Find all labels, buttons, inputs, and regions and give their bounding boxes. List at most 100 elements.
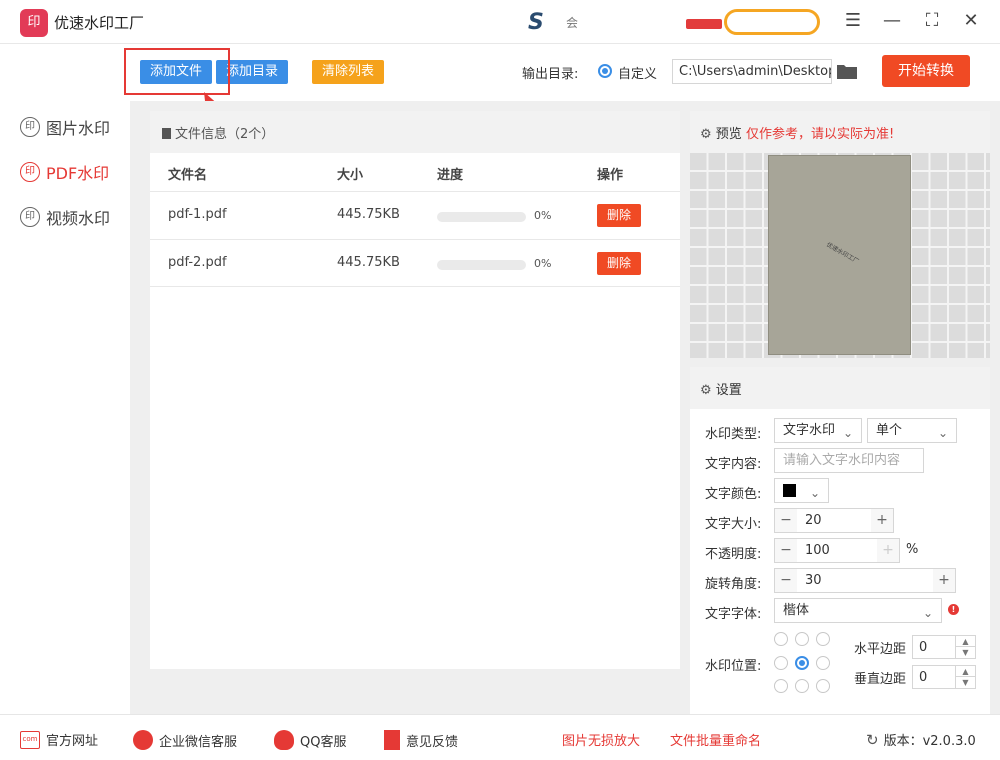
app-title: 优速水印工厂 xyxy=(54,14,145,32)
position-middle-right[interactable] xyxy=(816,656,830,670)
start-convert-button[interactable]: 开始转换 xyxy=(882,55,970,87)
preview-title: 预览 xyxy=(715,127,742,142)
sidebar-item-video-watermark[interactable]: 印 视频水印 xyxy=(20,205,110,229)
progress-text: 0% xyxy=(534,209,552,222)
decrement-button[interactable]: − xyxy=(775,539,797,562)
account-pill-button[interactable] xyxy=(724,9,820,35)
text-size-stepper[interactable]: − 20 + xyxy=(774,508,894,533)
opacity-label: 不透明度: xyxy=(705,547,762,562)
position-bottom-left[interactable] xyxy=(774,679,788,693)
file-list-panel: 文件信息（2个） 文件名 大小 进度 操作 pdf-1.pdf 445.75KB… xyxy=(150,111,680,669)
file-size: 445.75KB xyxy=(337,207,400,222)
website-icon: com xyxy=(20,730,40,749)
opacity-stepper[interactable]: − 100 + xyxy=(774,538,900,563)
column-header-size: 大小 xyxy=(337,168,364,183)
vertical-margin-value: 0 xyxy=(919,670,928,685)
minimize-icon[interactable]: — xyxy=(880,10,904,31)
output-dir-label: 输出目录: xyxy=(522,67,579,82)
chevron-down-icon: ⌄ xyxy=(842,426,853,440)
watermark-mode-select[interactable]: 单个 ⌄ xyxy=(867,418,957,443)
delete-button[interactable]: 删除 xyxy=(597,204,641,227)
chevron-up-icon[interactable]: ▲ xyxy=(955,636,975,647)
sidebar-item-image-watermark[interactable]: 印 图片水印 xyxy=(20,115,110,139)
file-info-title: 文件信息（2个） xyxy=(175,127,275,142)
text-color-picker[interactable]: ⌄ xyxy=(774,478,829,503)
column-header-filename: 文件名 xyxy=(168,168,208,183)
horizontal-margin-stepper[interactable]: 0 ▲ ▼ xyxy=(912,635,976,659)
watermark-type-select[interactable]: 文字水印 ⌄ xyxy=(774,418,862,443)
delete-button[interactable]: 删除 xyxy=(597,252,641,275)
sidebar-item-pdf-watermark[interactable]: 印 PDF水印 xyxy=(20,160,109,184)
wechat-support-link[interactable]: 企业微信客服 xyxy=(133,730,237,750)
feedback-link[interactable]: 意见反馈 xyxy=(384,730,458,750)
partner-logo-icon: S xyxy=(528,10,544,35)
position-top-center[interactable] xyxy=(795,632,809,646)
chevron-down-icon[interactable]: ▼ xyxy=(955,647,975,658)
qq-label: QQ客服 xyxy=(300,734,347,750)
preview-canvas: 优速水印工厂 xyxy=(690,153,990,358)
gear-icon: ⚙ xyxy=(700,383,712,398)
output-path-input[interactable]: C:\Users\admin\Desktop xyxy=(672,59,832,84)
custom-output-radio[interactable] xyxy=(598,64,612,78)
text-color-label: 文字颜色: xyxy=(705,487,762,502)
watermark-mode-value: 单个 xyxy=(876,423,903,438)
title-bar: 印 优速水印工厂 S 会 ☰ — ⛶ ✕ xyxy=(0,0,1000,44)
feedback-icon xyxy=(384,730,400,750)
position-middle-left[interactable] xyxy=(774,656,788,670)
rotation-stepper[interactable]: − 30 + xyxy=(774,568,956,593)
custom-output-label: 自定义 xyxy=(618,67,658,82)
menu-icon[interactable]: ☰ xyxy=(841,10,865,31)
image-enlarge-label: 图片无损放大 xyxy=(562,734,641,749)
vertical-margin-stepper[interactable]: 0 ▲ ▼ xyxy=(912,665,976,689)
sidebar-item-label: 图片水印 xyxy=(46,119,111,138)
wechat-label: 企业微信客服 xyxy=(159,734,238,750)
clear-list-button[interactable]: 清除列表 xyxy=(312,60,384,84)
progress-bar xyxy=(437,260,526,270)
position-top-left[interactable] xyxy=(774,632,788,646)
batch-rename-link[interactable]: 文件批量重命名 xyxy=(670,730,761,749)
column-header-progress: 进度 xyxy=(437,168,464,183)
horizontal-margin-value: 0 xyxy=(919,640,928,655)
text-content-input[interactable]: 请输入文字水印内容 xyxy=(774,448,924,473)
preview-panel: ⚙ 预览 仅作参考，请以实际为准! 优速水印工厂 xyxy=(690,111,990,358)
decrement-button[interactable]: − xyxy=(775,509,797,532)
font-select[interactable]: 楷体 ⌄ xyxy=(774,598,942,623)
watermark-type-label: 水印类型: xyxy=(705,427,762,442)
qq-support-link[interactable]: QQ客服 xyxy=(274,730,346,750)
folder-icon[interactable] xyxy=(837,63,857,79)
horizontal-margin-label: 水平边距 xyxy=(854,642,907,657)
website-link[interactable]: com 官方网址 xyxy=(20,730,98,749)
position-middle-center[interactable] xyxy=(795,656,809,670)
preview-header: ⚙ 预览 仅作参考，请以实际为准! xyxy=(690,111,990,153)
increment-button[interactable]: + xyxy=(933,569,955,592)
opacity-value: 100 xyxy=(805,543,830,558)
watermark-type-value: 文字水印 xyxy=(783,423,836,438)
qq-icon xyxy=(274,730,294,750)
position-label: 水印位置: xyxy=(705,659,762,674)
position-bottom-center[interactable] xyxy=(795,679,809,693)
position-top-right[interactable] xyxy=(816,632,830,646)
position-bottom-right[interactable] xyxy=(816,679,830,693)
chevron-up-icon[interactable]: ▲ xyxy=(955,666,975,677)
increment-button[interactable]: + xyxy=(877,539,899,562)
color-swatch xyxy=(783,484,796,497)
version-info[interactable]: ↻ 版本：v2.0.3.0 xyxy=(866,730,976,750)
preview-warning: 仅作参考，请以实际为准! xyxy=(745,127,895,142)
image-enlarge-link[interactable]: 图片无损放大 xyxy=(562,730,640,749)
maximize-icon[interactable]: ⛶ xyxy=(920,10,944,31)
settings-title: 设置 xyxy=(715,383,742,398)
sidebar-item-label: PDF水印 xyxy=(46,164,110,183)
feedback-label: 意见反馈 xyxy=(406,734,459,750)
chevron-down-icon[interactable]: ▼ xyxy=(955,677,975,688)
app-logo-icon: 印 xyxy=(20,9,48,37)
notification-badge[interactable] xyxy=(686,19,722,29)
watermark-preview-text: 优速水印工厂 xyxy=(825,241,860,266)
stamp-icon: 印 xyxy=(20,207,40,227)
text-size-value: 20 xyxy=(805,513,822,528)
progress-bar xyxy=(437,212,526,222)
text-content-label: 文字内容: xyxy=(705,457,762,472)
close-icon[interactable]: ✕ xyxy=(959,10,983,31)
increment-button[interactable]: + xyxy=(871,509,893,532)
vertical-margin-label: 垂直边距 xyxy=(854,672,907,687)
decrement-button[interactable]: − xyxy=(775,569,797,592)
